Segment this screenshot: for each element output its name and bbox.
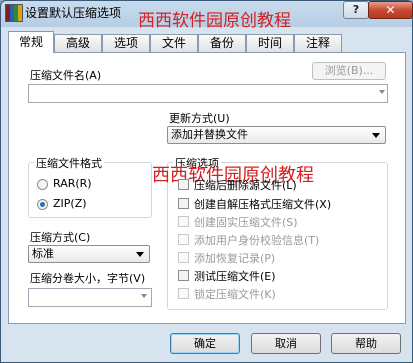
watermark-text-top: 西西软件园原创教程 (138, 11, 291, 31)
create-solid-checkbox (178, 216, 189, 227)
tab-backup[interactable]: 备份 (198, 34, 246, 52)
delete-after-archiving-checkbox[interactable] (178, 179, 189, 190)
split-size-label: 压缩分卷大小，字节(V) (30, 272, 146, 285)
compression-method-select[interactable]: 标准 (28, 245, 150, 263)
archive-name-label: 压缩文件名(A) (30, 69, 102, 82)
create-sfx-label[interactable]: 创建自解压格式压缩文件(X) (194, 196, 331, 212)
add-recovery-record-checkbox (178, 252, 189, 263)
compression-method-value: 标准 (32, 247, 54, 260)
split-size-dropdown-icon[interactable] (141, 294, 147, 298)
delete-after-archiving-label[interactable]: 压缩后删除源文件(L) (194, 177, 297, 193)
test-archive-checkbox[interactable] (178, 270, 189, 281)
create-solid-label: 创建固实压缩文件(S) (194, 216, 298, 229)
update-mode-value: 添加并替换文件 (171, 128, 248, 141)
help-button[interactable]: 帮助 (331, 333, 401, 354)
tab-comment[interactable]: 注释 (294, 34, 342, 52)
rar-radio[interactable] (37, 179, 48, 190)
help-title-button[interactable]: ? (343, 1, 369, 19)
add-authenticity-checkbox (178, 234, 189, 245)
tab-files[interactable]: 文件 (150, 34, 198, 52)
close-button[interactable]: ✕ (368, 1, 413, 19)
lock-archive-label: 锁定压缩文件(K) (194, 288, 276, 301)
test-archive-label[interactable]: 测试压缩文件(E) (194, 268, 276, 284)
tab-options[interactable]: 选项 (102, 34, 150, 52)
title-bar[interactable]: 设置默认压缩选项 西西软件园原创教程 ? ✕ (0, 0, 413, 31)
archive-name-dropdown-icon[interactable] (379, 90, 385, 94)
lock-archive-checkbox (178, 288, 189, 299)
browse-button[interactable]: 浏览(B)... (312, 62, 386, 80)
archive-format-group-label: 压缩文件格式 (34, 155, 104, 171)
winrar-app-icon (5, 4, 23, 22)
compression-method-label: 压缩方式(C) (30, 231, 91, 244)
tab-general[interactable]: 常规 (8, 31, 54, 53)
cancel-button[interactable]: 取消 (251, 333, 321, 354)
create-sfx-checkbox[interactable] (178, 198, 189, 209)
tab-time[interactable]: 时间 (246, 34, 294, 52)
add-authenticity-label: 添加用户身份校验信息(T) (194, 234, 320, 247)
chevron-down-icon (136, 252, 144, 257)
chevron-down-icon (372, 133, 380, 138)
update-mode-label: 更新方式(U) (169, 112, 230, 125)
zip-radio[interactable] (37, 199, 48, 210)
split-size-input[interactable] (28, 288, 152, 307)
window-title: 设置默认压缩选项 (25, 6, 122, 20)
update-mode-select[interactable]: 添加并替换文件 (167, 126, 386, 144)
tab-advanced[interactable]: 高级 (54, 34, 102, 52)
ok-button[interactable]: 确定 (170, 333, 240, 354)
archive-name-input[interactable] (28, 84, 388, 103)
add-recovery-record-label: 添加恢复记录(P) (194, 252, 276, 265)
rar-radio-label[interactable]: RAR(R) (53, 177, 92, 190)
zip-radio-label[interactable]: ZIP(Z) (53, 197, 87, 210)
